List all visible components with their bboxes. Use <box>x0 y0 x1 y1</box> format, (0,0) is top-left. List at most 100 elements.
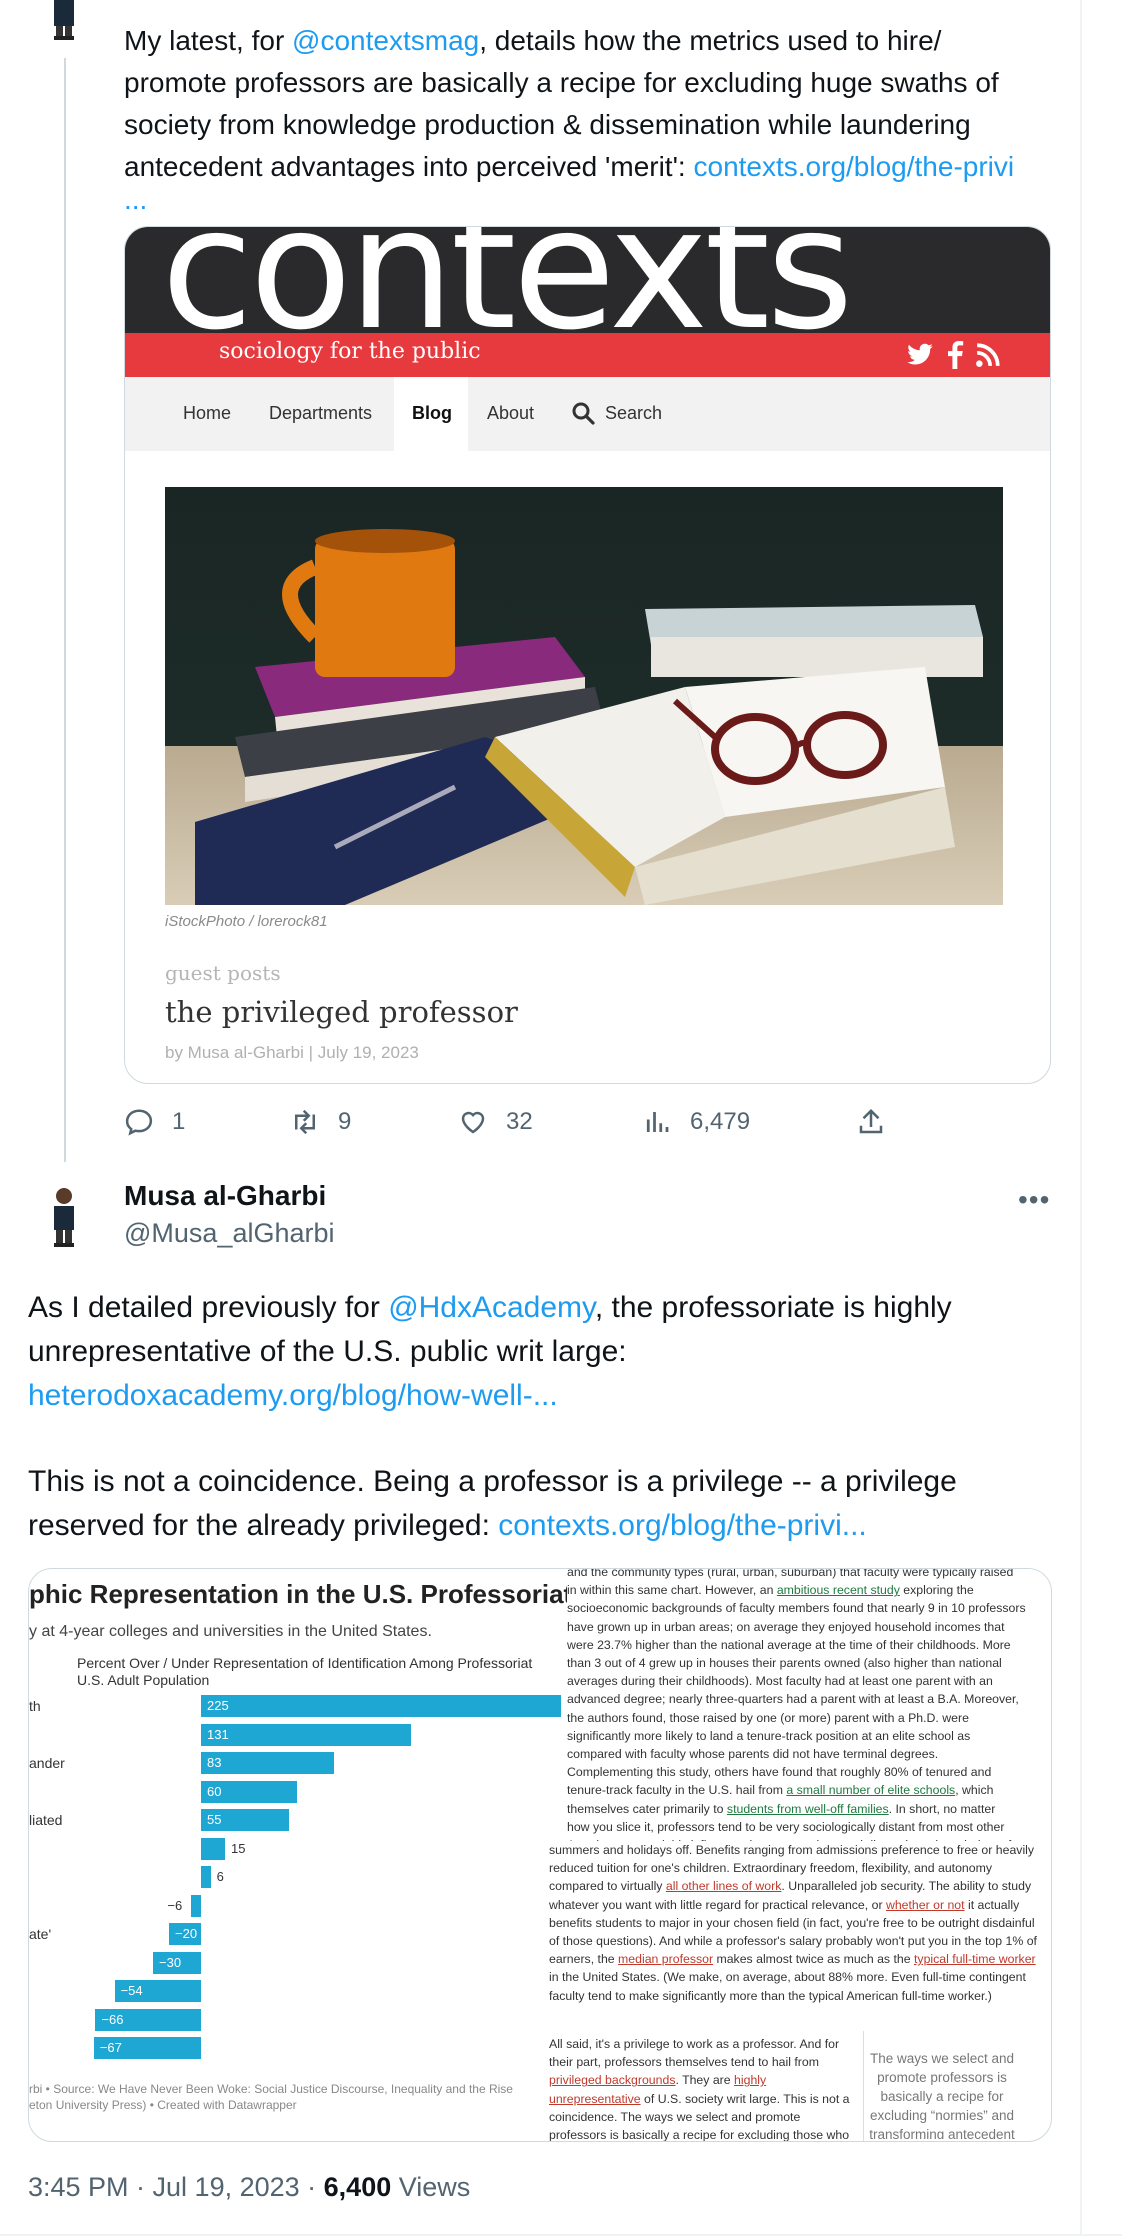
chart-title: phic Representation in the U.S. Professo… <box>29 1579 573 1609</box>
tweet-text-segment: My latest, for <box>124 25 293 56</box>
article-inline-link[interactable]: all other lines of work <box>666 1879 782 1893</box>
facebook-icon[interactable] <box>945 341 965 369</box>
article-inline-link[interactable]: typical full-time worker <box>914 1952 1036 1966</box>
like-button[interactable]: 32 <box>458 1106 533 1138</box>
article-photo <box>165 487 1003 905</box>
article-text: . Unparalleled job security. The ability… <box>781 1879 1032 1894</box>
category-label: ander <box>29 1755 65 1771</box>
bar-value-label: 131 <box>207 1726 229 1742</box>
nav-departments[interactable]: Departments <box>269 403 372 424</box>
article-line: coincidence. The ways we select and prom… <box>549 2108 857 2126</box>
article-line: were 23.7% higher than the national aver… <box>567 1636 1051 1654</box>
post-byline: by Musa al-Gharbi | July 19, 2023 <box>165 1043 419 1062</box>
retweet-icon <box>295 1109 315 1135</box>
author-name[interactable]: Musa al-Gharbi <box>124 1180 326 1212</box>
article-link[interactable]: contexts.org/blog/the-privi <box>694 151 1015 182</box>
twitter-icon[interactable] <box>905 341 935 369</box>
chart-bar <box>201 1723 411 1746</box>
article-inline-link[interactable]: privileged backgrounds <box>549 2073 675 2087</box>
article-text: . In short, no matter <box>888 1801 996 1816</box>
retweet-button[interactable]: 9 <box>290 1106 351 1138</box>
article-line: and the community types (rural, urban, s… <box>567 1569 1051 1581</box>
books-mug-glasses-image <box>195 529 983 905</box>
nav-search[interactable]: Search <box>605 403 662 424</box>
tweet-text-segment: , the professoriate is highly <box>594 1291 952 1324</box>
category-label: ate' <box>29 1926 52 1942</box>
article-link[interactable]: contexts.org/blog/the-privi... <box>498 1509 867 1542</box>
post-title[interactable]: the privileged professor <box>165 995 518 1029</box>
attached-image[interactable]: phic Representation in the U.S. Professo… <box>28 1568 1052 2142</box>
tweet-text-segment: As I detailed previously for <box>28 1291 389 1324</box>
person-figure-icon <box>54 1188 74 1247</box>
article-text: than 3 out of 4 grew up in houses their … <box>567 1656 1002 1671</box>
bar-value-label: 225 <box>207 1698 229 1713</box>
link-ellipsis[interactable]: ... <box>124 186 1054 214</box>
article-text: exploring the <box>899 1583 974 1598</box>
tagline-bar: sociology for the public <box>125 333 1050 377</box>
article-inline-link[interactable]: highly <box>734 2073 766 2087</box>
author-avatar-2[interactable] <box>40 1186 88 1254</box>
bar-value-label: −30 <box>159 1954 182 1970</box>
article-line: have grown up in urban areas; on average… <box>567 1618 1051 1636</box>
post-category[interactable]: guest posts <box>165 961 281 985</box>
tweet-text-line: society from knowledge production & diss… <box>124 109 971 140</box>
tweet-timestamp: 3:45 PM · Jul 19, 2023 · 6,400 Views <box>28 2172 470 2203</box>
article-text: tenure-track faculty in the U.S. hail fr… <box>567 1783 787 1798</box>
article-line: their part, professors themselves tend t… <box>549 2053 857 2071</box>
article-line: Complementing this study, others have fo… <box>567 1763 1051 1781</box>
reply-count: 1 <box>172 1108 186 1135</box>
chart-source: rbi • Source: We Have Never Been Woke: S… <box>29 2081 513 2113</box>
article-line: averages during their childhoods). Most … <box>567 1672 1051 1690</box>
article-inline-link[interactable]: median professor <box>618 1952 713 1966</box>
article-text: significantly more likely to land a tenu… <box>567 1728 971 1743</box>
article-line: in the United States. (We make, on avera… <box>549 1968 1051 1986</box>
article-line: socioeconomic backgrounds of faculty mem… <box>567 1599 1051 1617</box>
nav-home[interactable]: Home <box>183 403 231 424</box>
more-options-icon[interactable]: ••• <box>1018 1184 1050 1216</box>
mention-link[interactable]: @HdxAcademy <box>388 1291 595 1324</box>
article-text: socioeconomic backgrounds of faculty mem… <box>567 1601 1026 1616</box>
chart-bar <box>191 1894 201 1917</box>
article-line: advanced degree; nearly three-quarters h… <box>567 1690 1051 1708</box>
link-preview-card[interactable]: contexts sociology for the public Home D… <box>124 226 1051 1084</box>
article-text: summers and holidays off. Benefits rangi… <box>549 1843 1035 1857</box>
retweet-count: 9 <box>338 1108 352 1135</box>
chart-source-line: eton University Press) • Created with Da… <box>29 2098 297 2112</box>
mention-link[interactable]: @contextsmag <box>292 25 479 56</box>
article-inline-link[interactable]: whether or not <box>886 1898 965 1912</box>
article-line: unrepresentative of U.S. society writ la… <box>549 2090 857 2108</box>
share-button[interactable] <box>856 1106 886 1138</box>
article-text: were 23.7% higher than the national aver… <box>567 1637 1011 1652</box>
rss-icon[interactable] <box>975 341 1001 369</box>
author-handle[interactable]: @Musa_alGharbi <box>124 1218 335 1249</box>
reply-button[interactable]: 1 <box>124 1106 185 1138</box>
nav-blog[interactable]: Blog <box>412 403 452 424</box>
timestamp-text[interactable]: 3:45 PM · Jul 19, 2023 · <box>28 2172 324 2202</box>
article-text: in within this same chart. However, an <box>567 1583 777 1598</box>
chart-heading-line: U.S. Adult Population <box>77 1672 210 1688</box>
article-inline-link[interactable]: ambitious recent study <box>777 1583 900 1597</box>
person-figure-icon <box>54 0 74 40</box>
article-line: summers and holidays off. Benefits rangi… <box>549 1841 1051 1859</box>
article-inline-link[interactable]: unrepresentative <box>549 2092 641 2106</box>
author-avatar[interactable] <box>40 0 88 58</box>
views-button[interactable]: 6,479 <box>642 1106 750 1138</box>
article-line: benefits students to major in your chose… <box>549 1914 1051 1932</box>
search-icon[interactable] <box>571 401 595 425</box>
site-nav: Home Departments Blog About Search <box>125 377 1050 451</box>
heterodox-link[interactable]: heterodoxacademy.org/blog/how-well-... <box>28 1374 1048 1418</box>
article-text: the authors found, those raised by one (… <box>567 1710 969 1725</box>
article-text: Complementing this study, others have fo… <box>567 1765 992 1780</box>
photo-credit: iStockPhoto / lorerock81 <box>165 913 328 930</box>
article-inline-link[interactable]: a small number of elite schools <box>786 1783 955 1797</box>
article-line: themselves cater primarily to students f… <box>567 1800 1051 1818</box>
thread-connector <box>64 36 66 1162</box>
article-line: tenure-track faculty in the U.S. hail fr… <box>567 1781 1051 1799</box>
article-line: the authors found, those raised by one (… <box>567 1709 1051 1727</box>
article-inline-link[interactable]: students from well-off families <box>727 1802 889 1816</box>
category-label: th <box>29 1698 41 1714</box>
article-text: whatever you want with little regard for… <box>549 1897 886 1912</box>
share-icon <box>859 1108 883 1134</box>
article-line: faculty tend to make significantly more … <box>549 1987 1051 2005</box>
nav-about[interactable]: About <box>487 403 534 424</box>
